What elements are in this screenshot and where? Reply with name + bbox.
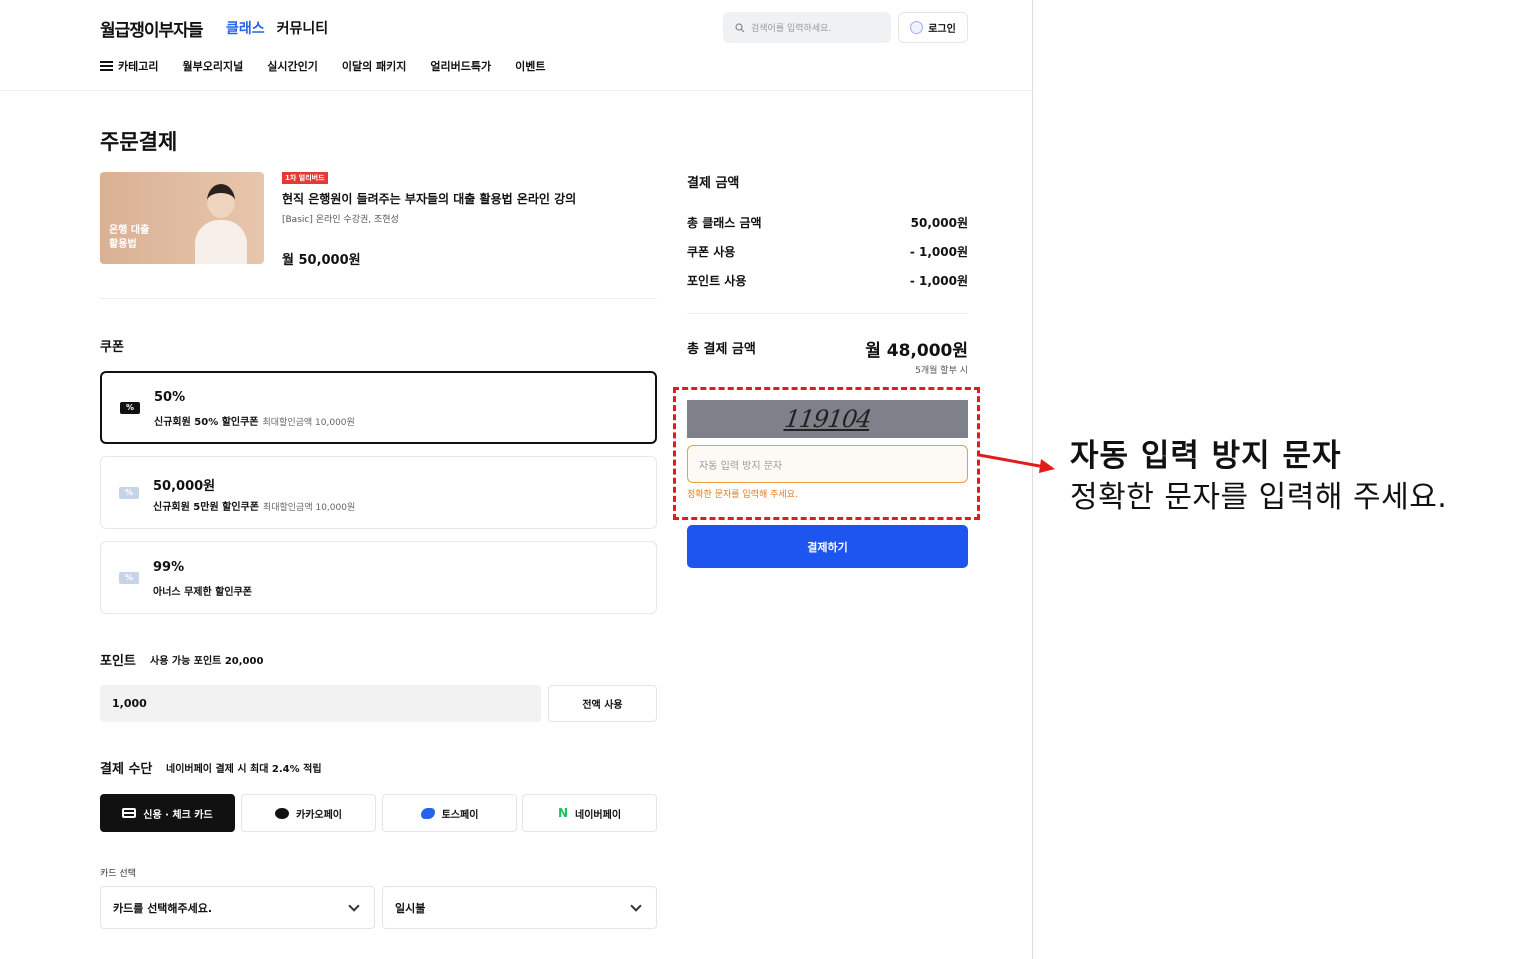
naver-n-icon: N: [557, 806, 569, 820]
ticket-icon: %: [119, 572, 139, 584]
summary-row-label: 쿠폰 사용: [687, 245, 736, 259]
installment-note: 5개월 할부 시: [915, 366, 968, 376]
chevron-down-icon: [348, 900, 360, 912]
header-divider: [0, 90, 1033, 91]
payment-note: 네이버페이 결제 시 최대 2.4% 적립: [166, 764, 322, 775]
card-select-label: 카드 선택: [100, 869, 136, 879]
summary-row: 쿠폰 사용 - 1,000원: [687, 243, 968, 260]
coupon-desc: 신규회원 5만원 할인쿠폰 최대할인금액 10,000원: [153, 498, 355, 513]
menu-icon: [100, 61, 113, 71]
top-nav: 클래스 커뮤니티: [226, 18, 328, 38]
annotation-description: 정확한 문자를 입력해 주세요.: [1070, 480, 1448, 515]
search-input[interactable]: 검색어를 입력하세요.: [723, 12, 891, 43]
coupon-desc: 아너스 무제한 할인쿠폰: [153, 583, 252, 598]
site-logo[interactable]: 월급쟁이부자들: [100, 16, 203, 41]
subnav-earlybird[interactable]: 얼리버드특가: [430, 58, 491, 74]
toss-icon: [420, 807, 435, 819]
kakao-bubble-icon: [275, 807, 289, 819]
category-label: 카테고리: [118, 60, 159, 73]
search-placeholder: 검색어를 입력하세요.: [751, 24, 832, 34]
course-title: 현직 은행원이 들려주는 부자들의 대출 활용법 온라인 강의: [282, 192, 577, 206]
chevron-down-icon: [630, 900, 642, 912]
coupon-name: 신규회원 50% 할인쿠폰: [154, 417, 259, 428]
subnav-event[interactable]: 이벤트: [515, 58, 545, 74]
summary-row-value: 50,000원: [910, 216, 968, 230]
coupon-option-2[interactable]: % 50,000원 신규회원 5만원 할인쿠폰 최대할인금액 10,000원: [100, 456, 657, 529]
card-select-dropdown[interactable]: 카드를 선택해주세요.: [100, 886, 375, 929]
pay-method-label: 토스페이: [441, 809, 479, 821]
coupon-option-1[interactable]: % 50% 신규회원 50% 할인쿠폰 최대할인금액 10,000원: [100, 371, 657, 444]
credit-card-icon: [122, 808, 137, 818]
summary-row-value: - 1,000원: [909, 245, 968, 259]
course-subtitle: [Basic] 온라인 수강권, 조현성: [282, 215, 399, 225]
captcha-error: 정확한 문자를 입력해 주세요.: [687, 490, 798, 500]
nav-class[interactable]: 클래스: [226, 18, 265, 38]
pay-method-card[interactable]: 신용 · 체크 카드: [100, 794, 235, 832]
installment-value: 일시불: [395, 901, 426, 915]
summary-row-label: 포인트 사용: [687, 274, 747, 288]
pay-method-label: 신용 · 체크 카드: [143, 809, 213, 821]
summary-row: 포인트 사용 - 1,000원: [687, 272, 968, 289]
divider: [687, 313, 968, 314]
points-available: 사용 가능 포인트 20,000: [150, 656, 264, 667]
coupon-value: 50,000원: [153, 479, 216, 494]
coupon-name: 신규회원 5만원 할인쿠폰: [153, 502, 259, 513]
subnav-package[interactable]: 이달의 패키지: [342, 58, 407, 74]
coupon-value: 99%: [153, 560, 185, 575]
coupon-desc: 신규회원 50% 할인쿠폰 최대할인금액 10,000원: [154, 413, 355, 428]
summary-title: 결제 금액: [687, 176, 740, 191]
summary-row: 총 클래스 금액 50,000원: [687, 214, 968, 231]
installment-select-dropdown[interactable]: 일시불: [382, 886, 657, 929]
points-input[interactable]: 1,000: [100, 685, 541, 722]
coupon-option-3[interactable]: % 99% 아너스 무제한 할인쿠폰: [100, 541, 657, 614]
login-label: 로그인: [928, 24, 956, 35]
captcha-input[interactable]: 자동 입력 방지 문자: [687, 445, 968, 483]
search-icon: [735, 22, 745, 32]
pay-method-naverpay[interactable]: N 네이버페이: [522, 794, 657, 832]
category-menu[interactable]: 카테고리: [100, 58, 158, 74]
page-title: 주문결제: [100, 130, 178, 154]
course-thumbnail: 은행 대출 활용법: [100, 172, 264, 264]
total-value: 월 48,000원: [865, 341, 968, 361]
checkout-page: 월급쟁이부자들 클래스 커뮤니티 검색어를 입력하세요. 로그인 카테고리 월부…: [0, 0, 1033, 959]
pay-method-label: 네이버페이: [575, 809, 622, 821]
ticket-icon: %: [119, 487, 139, 499]
pay-button[interactable]: 결제하기: [687, 525, 968, 568]
ticket-icon: %: [120, 402, 140, 414]
user-icon: [910, 21, 924, 34]
summary-row-label: 총 클래스 금액: [687, 216, 762, 230]
pay-method-kakaopay[interactable]: 카카오페이: [241, 794, 376, 832]
captcha-text: 119104: [782, 405, 873, 433]
summary-row-value: - 1,000원: [909, 274, 968, 288]
subnav-original[interactable]: 월부오리지널: [182, 58, 243, 74]
annotation-arrow-icon: [978, 453, 1055, 473]
coupon-limit: 최대할인금액 10,000원: [262, 418, 355, 428]
subnav-popular[interactable]: 실시간인기: [267, 58, 318, 74]
coupon-value: 50%: [154, 390, 186, 405]
points-label: 포인트: [100, 654, 136, 669]
course-price: 월 50,000원: [282, 253, 361, 268]
coupon-limit: 최대할인금액 10,000원: [262, 503, 356, 513]
card-select-value: 카드를 선택해주세요.: [113, 901, 213, 915]
thumbnail-text: 은행 대출 활용법: [109, 225, 150, 250]
earlybird-badge: 1차 얼리버드: [282, 172, 328, 184]
divider: [100, 298, 657, 299]
nav-community[interactable]: 커뮤니티: [277, 18, 329, 38]
captcha-image: 119104: [687, 400, 968, 438]
use-all-points-button[interactable]: 전액 사용: [548, 685, 657, 722]
coupon-label: 쿠폰: [100, 340, 124, 355]
login-button[interactable]: 로그인: [898, 12, 968, 43]
pay-method-tosspay[interactable]: 토스페이: [382, 794, 517, 832]
instructor-image: [195, 180, 247, 264]
sub-nav: 카테고리 월부오리지널 실시간인기 이달의 패키지 얼리버드특가 이벤트: [100, 58, 546, 74]
payment-label: 결제 수단: [100, 762, 153, 777]
annotation-title: 자동 입력 방지 문자: [1070, 438, 1342, 474]
coupon-name: 아너스 무제한 할인쿠폰: [153, 587, 252, 598]
total-label: 총 결제 금액: [687, 342, 756, 357]
pay-method-label: 카카오페이: [296, 809, 342, 821]
